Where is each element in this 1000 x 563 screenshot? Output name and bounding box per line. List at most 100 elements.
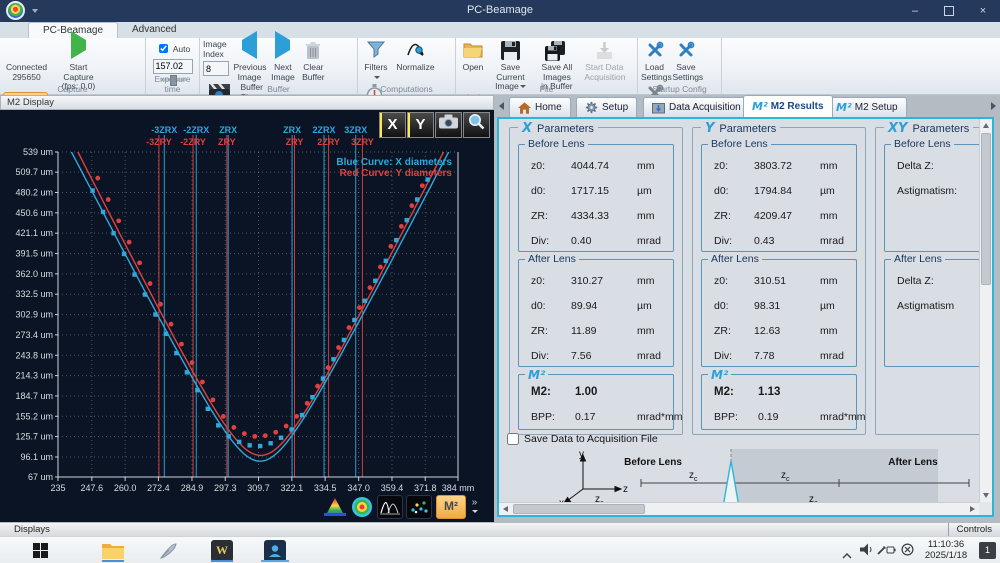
exposure-value-field[interactable]: [153, 59, 193, 74]
volume-button[interactable]: [860, 543, 874, 561]
vertical-scrollbar[interactable]: [979, 119, 992, 502]
group-label-computations: Computations: [358, 84, 455, 94]
input-battery-button[interactable]: [877, 543, 896, 561]
y-parameters-title: Y Parameters: [701, 121, 780, 136]
svg-text:67 um: 67 um: [28, 472, 53, 482]
param-row: z0:3803.72mm: [702, 153, 856, 178]
tab-m2-results[interactable]: M² M2 Results: [743, 95, 833, 117]
scroll-right-icon[interactable]: [970, 506, 975, 512]
m2-chart: -3ZRX-2ZRXZRXZRX2ZRX3ZRX-3ZRY-2ZRYZRYZRY…: [0, 110, 494, 522]
scroll-down-icon[interactable]: [983, 493, 989, 498]
pc-beamage-app-button[interactable]: [260, 539, 290, 562]
ribbon-group-startup: Load Settings Save Settings Default Sett…: [638, 38, 722, 94]
zoom-button[interactable]: [463, 112, 490, 138]
group-label-buffer: Buffer: [200, 84, 357, 94]
profile-graph-view-button[interactable]: [377, 495, 403, 519]
next-image-button[interactable]: Next Image: [270, 39, 296, 82]
scatter-view-button[interactable]: [406, 495, 432, 519]
save-data-row: Save Data to Acquisition File: [507, 433, 658, 445]
svg-text:125.7 um: 125.7 um: [15, 432, 53, 442]
svg-text:z: z: [623, 484, 628, 495]
system-tray: 11:10:36 2025/1/18 1: [820, 537, 1000, 563]
target-view-button[interactable]: [350, 496, 374, 518]
group-label-startup: Startup Config: [638, 84, 721, 94]
tab-m2-setup[interactable]: M² M2 Setup: [827, 97, 907, 117]
tools-blue-icon: [646, 41, 664, 59]
before-lens-group: Before Lens z0:3803.72mmd0:1794.84µmZR:4…: [701, 144, 857, 252]
param-unit: mm: [637, 160, 673, 172]
param-row: Div:7.56mrad: [519, 343, 673, 368]
auto-exposure-checkbox[interactable]: [159, 44, 168, 53]
auto-exposure-row: Auto: [149, 41, 196, 56]
wps-app-button[interactable]: W: [207, 539, 237, 562]
param-label: d0:: [714, 185, 754, 197]
param-value: 4044.74: [571, 160, 637, 172]
tab-setup[interactable]: Setup: [576, 97, 637, 117]
tab-data-acquisition[interactable]: Data Acquisition: [643, 97, 750, 117]
param-label: d0:: [531, 185, 571, 197]
snapshot-button[interactable]: [435, 112, 462, 138]
param-unit: mrad*mm: [637, 411, 683, 423]
minimize-button[interactable]: –: [898, 0, 932, 22]
axis-y-toggle-button[interactable]: Y: [407, 112, 434, 138]
filters-button[interactable]: Filters: [361, 39, 391, 82]
scroll-left-icon[interactable]: [503, 506, 508, 512]
save-data-checkbox[interactable]: [507, 433, 519, 445]
previous-image-button[interactable]: Previous Image: [233, 39, 265, 82]
maximize-icon: [944, 6, 954, 16]
param-label: Astigmatism:: [897, 185, 983, 197]
ribbon-tab-advanced[interactable]: Advanced: [118, 22, 190, 38]
chevron-up-icon: [842, 553, 852, 559]
feather-app-button[interactable]: [153, 539, 183, 562]
param-label: z0:: [531, 160, 571, 172]
param-row: Astigmatism:80.340: [885, 178, 994, 203]
beam-profile-view-button[interactable]: [323, 496, 347, 518]
tray-expand-button[interactable]: [842, 546, 852, 563]
maximize-button[interactable]: [932, 0, 966, 22]
notification-center-button[interactable]: 1: [979, 542, 996, 559]
more-views-button[interactable]: »: [471, 498, 478, 516]
svg-text:184.7 um: 184.7 um: [15, 391, 53, 401]
normalize-button[interactable]: Normalize: [395, 39, 435, 73]
svg-text:347.0: 347.0: [347, 483, 370, 493]
param-value: 1794.84: [754, 185, 820, 197]
clear-buffer-button[interactable]: Clear Buffer: [300, 39, 326, 82]
svg-text:Blue Curve: X diameters: Blue Curve: X diameters: [336, 157, 452, 168]
start-button[interactable]: [25, 539, 55, 562]
m2-icon: M²: [836, 101, 852, 114]
param-label: Div:: [714, 350, 754, 362]
before-lens-group: Before Lens z0:4044.74mmd0:1717.15µmZR:4…: [518, 144, 674, 252]
tab-scroll-left-icon[interactable]: [499, 102, 504, 110]
m2-view-button[interactable]: M²: [436, 495, 466, 519]
param-row: d0:1717.15µm: [519, 178, 673, 203]
more-caret-icon: [472, 510, 478, 513]
open-app-indicator: [211, 560, 233, 562]
ribbon-group-buffer: Image Index Previous Image Next Image Cl…: [200, 38, 358, 94]
m2-display-header: M2 Display: [0, 95, 494, 110]
taskbar-clock[interactable]: 11:10:36 2025/1/18: [916, 539, 976, 561]
tab-scroll-right-icon[interactable]: [991, 102, 996, 110]
svg-text:243.8 um: 243.8 um: [15, 350, 53, 360]
param-label: Delta Z:: [897, 160, 983, 172]
connected-button[interactable]: Connected 295650: [3, 39, 50, 82]
feather-icon: [158, 541, 178, 561]
horizontal-scroll-thumb[interactable]: [513, 504, 645, 514]
tab-home[interactable]: Home: [509, 97, 571, 117]
param-row: ZR:4334.33mm: [519, 203, 673, 228]
param-value: 98.31: [754, 300, 820, 312]
close-button[interactable]: ×: [966, 0, 1000, 22]
svg-text:421.1 um: 421.1 um: [15, 228, 53, 238]
save-settings-button[interactable]: Save Settings: [672, 39, 699, 82]
scroll-up-icon[interactable]: [983, 123, 989, 128]
load-settings-button[interactable]: Load Settings: [641, 39, 668, 82]
funnel-icon: [367, 41, 385, 58]
image-index-field[interactable]: [203, 61, 229, 76]
file-explorer-button[interactable]: [98, 539, 128, 562]
dismiss-circle-button[interactable]: [901, 543, 914, 561]
axis-x-toggle-button[interactable]: X: [379, 112, 406, 138]
open-button[interactable]: Open: [459, 39, 487, 73]
beam-profile-icon: [324, 497, 346, 517]
open-folder-icon: [463, 41, 483, 58]
horizontal-scrollbar[interactable]: [499, 502, 979, 515]
vertical-scroll-thumb[interactable]: [981, 133, 991, 285]
